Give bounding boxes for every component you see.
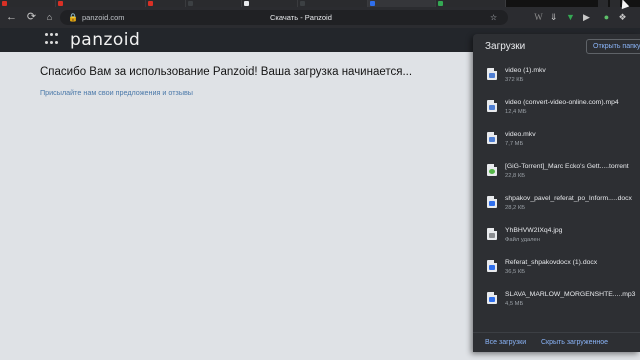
file-video-icon (487, 100, 497, 112)
site-logo[interactable]: panzoid (70, 29, 140, 51)
downloads-panel: Загрузки Открыть папку video (1).mkv 372… (473, 34, 640, 352)
word-doc-icon (487, 260, 497, 272)
page-favicon-icon (438, 1, 443, 6)
torrent-file-icon (487, 164, 497, 176)
image-file-icon (487, 228, 497, 240)
download-file-name: video (1).mkv (505, 67, 546, 74)
download-item[interactable]: SLAVA_MARLOW_MORGENSHTE.....mp3 4,5 МБ (473, 288, 640, 318)
download-file-status: Файл удален (505, 237, 540, 243)
browser-tab[interactable] (242, 0, 298, 7)
feedback-link[interactable]: Присылайте нам свои предложения и отзывы (40, 88, 193, 98)
download-file-name: SLAVA_MARLOW_MORGENSHTE.....mp3 (505, 291, 636, 298)
download-file-name: YhBHVW2IXq4.jpg (505, 227, 563, 234)
word-doc-icon (487, 196, 497, 208)
browser-tab[interactable] (186, 0, 242, 7)
youtube-favicon-icon (58, 1, 63, 6)
page-favicon-icon (370, 1, 375, 6)
browser-tab[interactable] (146, 0, 186, 7)
download-file-name: shpakov_pavel_referat_po_Inform.....docx (505, 195, 632, 202)
download-item[interactable]: shpakov_pavel_referat_po_Inform.....docx… (473, 192, 640, 222)
address-bar[interactable]: 🔒 panzoid.com Скачать - Panzoid ☆ (60, 10, 508, 25)
page-favicon-icon (300, 1, 305, 6)
download-arrow-icon[interactable]: ⇓ (547, 11, 560, 24)
puzzle-icon[interactable]: ❖ (616, 11, 629, 24)
lock-icon: 🔒 (68, 13, 78, 22)
url-text: panzoid.com (82, 13, 125, 22)
browser-tab[interactable] (436, 0, 506, 7)
download-item[interactable]: Referat_shpakovdocx (1).docx 36,5 КБ (473, 256, 640, 286)
reload-icon[interactable]: ⟳ (24, 10, 39, 25)
minimize-button[interactable] (598, 0, 608, 7)
all-downloads-link[interactable]: Все загрузки (485, 338, 526, 347)
tab-strip (0, 0, 640, 7)
download-file-size: 22,8 КБ (505, 173, 526, 179)
back-arrow-icon[interactable]: ← (4, 10, 19, 25)
download-file-size: 28,2 КБ (505, 205, 526, 211)
browser-toolbar: ← ⟳ ⌂ 🔒 panzoid.com Скачать - Panzoid ☆ … (0, 7, 640, 28)
shield-icon[interactable]: ● (600, 11, 613, 24)
open-folder-button[interactable]: Открыть папку (586, 39, 640, 54)
download-file-size: 12,4 МБ (505, 109, 527, 115)
downloads-title: Загрузки (485, 41, 526, 52)
hide-downloaded-link[interactable]: Скрыть загруженное (541, 338, 608, 347)
star-icon[interactable]: ☆ (490, 12, 501, 23)
download-file-size: 7,7 МБ (505, 141, 524, 147)
page-headline: Спасибо Вам за использование Panzoid! Ва… (40, 66, 413, 78)
download-file-size: 4,5 МБ (505, 301, 524, 307)
audio-file-icon (487, 292, 497, 304)
youtube-favicon-icon (148, 1, 153, 6)
download-file-name: [GiG-Torrent]_Marc Ecko's Gett.....torre… (505, 163, 629, 170)
apps-grid-icon[interactable] (45, 33, 58, 46)
page-title-text: Скачать - Panzoid (270, 13, 332, 22)
download-file-size: 36,5 КБ (505, 269, 526, 275)
page-favicon-icon (188, 1, 193, 6)
download-indicator-icon[interactable]: ▼ (564, 11, 577, 24)
download-file-name: video.mkv (505, 131, 536, 138)
file-video-icon (487, 68, 497, 80)
download-item[interactable]: YhBHVW2IXq4.jpg Файл удален (473, 224, 640, 254)
browser-tab-active[interactable] (368, 0, 436, 7)
home-icon[interactable]: ⌂ (42, 10, 57, 25)
wikipedia-icon[interactable]: W (532, 11, 545, 24)
file-video-icon (487, 132, 497, 144)
page-favicon-icon (244, 1, 249, 6)
downloads-footer: Все загрузки Скрыть загруженное (473, 332, 640, 352)
download-item[interactable]: video (convert-video-online.com).mp4 12,… (473, 96, 640, 126)
download-item[interactable]: video (1).mkv 372 КБ (473, 64, 640, 94)
browser-tab[interactable] (0, 0, 56, 7)
youtube-favicon-icon (2, 1, 7, 6)
download-file-size: 372 КБ (505, 77, 524, 83)
download-item[interactable]: video.mkv 7,7 МБ (473, 128, 640, 158)
browser-tab[interactable] (298, 0, 368, 7)
download-file-name: Referat_shpakovdocx (1).docx (505, 259, 598, 266)
download-item[interactable]: [GiG-Torrent]_Marc Ecko's Gett.....torre… (473, 160, 640, 190)
download-file-name: video (convert-video-online.com).mp4 (505, 99, 619, 106)
browser-tab[interactable] (56, 0, 146, 7)
extension-icon[interactable]: ▶ (580, 11, 593, 24)
